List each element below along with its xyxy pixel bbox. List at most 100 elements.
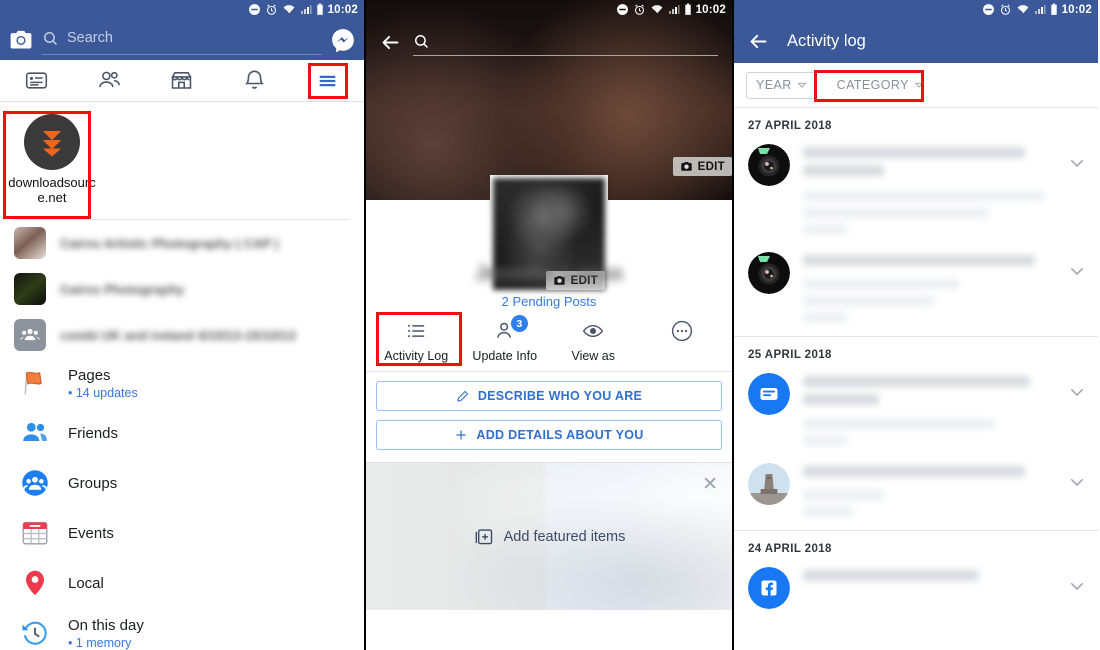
- featured-items-label: Add featured items: [503, 528, 626, 545]
- category-filter[interactable]: CATEGORY: [827, 72, 934, 99]
- search-input[interactable]: Search: [42, 25, 322, 55]
- sidebar-item-friends[interactable]: Friends: [0, 408, 364, 458]
- list-item[interactable]: [734, 369, 1098, 459]
- year-filter-label: YEAR: [756, 78, 792, 92]
- add-details-button[interactable]: ADD DETAILS ABOUT YOU: [376, 420, 722, 450]
- more-options-button[interactable]: [638, 319, 727, 349]
- blue-post-icon: [748, 373, 790, 415]
- wifi-icon: [1017, 5, 1028, 14]
- back-arrow-icon[interactable]: [380, 32, 401, 53]
- list-item[interactable]: Cairns Photography: [0, 266, 364, 312]
- battery-icon: [684, 3, 691, 15]
- view-as-label: View as: [571, 349, 616, 363]
- search-icon: [44, 31, 57, 45]
- chevron-down-icon: [914, 82, 924, 88]
- alarm-icon: [1000, 4, 1010, 15]
- list-item[interactable]: [734, 459, 1098, 530]
- shortcut-thumbnail: [14, 319, 46, 351]
- sidebar-item-news-feed[interactable]: [0, 60, 73, 101]
- messenger-icon[interactable]: [330, 27, 356, 53]
- update-info-label: Update Info: [472, 349, 538, 363]
- activity-log-header: Activity log: [734, 19, 1098, 63]
- signal-icon: [1034, 5, 1046, 14]
- status-bar-time: 10:02: [1061, 3, 1092, 16]
- camera-icon[interactable]: [8, 27, 34, 53]
- alarm-icon: [266, 4, 276, 15]
- sidebar-item-on-this-day[interactable]: On this day • 1 memory: [0, 608, 364, 650]
- facebook-f-icon: [748, 567, 790, 609]
- list-item[interactable]: combi UK and ireland 4/10/13-15/10/13: [0, 312, 364, 358]
- date-heading: 27 APRIL 2018: [748, 120, 832, 132]
- date-heading: 25 APRIL 2018: [748, 349, 832, 361]
- list-item-label: combi UK and ireland 4/10/13-15/10/13: [60, 327, 296, 343]
- list-item[interactable]: Cairns Artistic Photography ( CAP ): [0, 220, 364, 266]
- chevron-down-icon[interactable]: [1068, 144, 1086, 177]
- list-item[interactable]: [734, 563, 1098, 623]
- date-heading: 24 APRIL 2018: [748, 543, 832, 555]
- list-item[interactable]: [734, 248, 1098, 336]
- activity-text: [803, 373, 1055, 445]
- profile-shortcut-label: downloadsource.net: [8, 175, 96, 205]
- activity-log-button[interactable]: Activity Log: [372, 319, 461, 363]
- flag-icon: [18, 366, 52, 400]
- sidebar-item-label: Groups: [68, 474, 118, 492]
- back-arrow-icon[interactable]: [748, 31, 769, 52]
- eye-icon: [581, 319, 605, 343]
- alarm-icon: [634, 4, 644, 15]
- chevron-down-icon[interactable]: [1068, 373, 1086, 406]
- person-icon: 3: [494, 315, 528, 343]
- dnd-icon: [982, 4, 994, 15]
- list-item[interactable]: [734, 140, 1098, 248]
- activity-log-label: Activity Log: [384, 349, 449, 363]
- chevron-down-icon: [797, 82, 806, 88]
- facebook-search-bar: Search: [0, 19, 364, 60]
- clock-history-icon: [18, 616, 52, 650]
- profile-action-row: Activity Log 3 Update Info View as: [366, 309, 732, 372]
- more-dots-icon: [670, 319, 694, 343]
- view-as-button[interactable]: View as: [549, 319, 638, 363]
- chevron-down-icon[interactable]: [1068, 252, 1086, 285]
- battery-icon: [1050, 3, 1057, 15]
- panel-profile: 10:02 EDIT EDIT Jennifer Lucas 2 Pending…: [366, 0, 734, 650]
- sidebar-item-events[interactable]: Events: [0, 508, 364, 558]
- search-icon: [415, 35, 428, 48]
- pencil-icon: [457, 390, 469, 402]
- sidebar-item-label: On this day: [68, 616, 144, 634]
- activity-log-filters: YEAR CATEGORY: [734, 63, 1098, 108]
- sidebar-item-sublabel: • 14 updates: [68, 385, 138, 400]
- sidebar-item-label: Local: [68, 574, 104, 592]
- cover-edit-button[interactable]: EDIT: [672, 157, 732, 176]
- sidebar-item-local[interactable]: Local: [0, 558, 364, 608]
- sidebar-item-groups[interactable]: Groups: [0, 458, 364, 508]
- panel-facebook-menu: 10:02 Search downloadsource.net Cairns A…: [0, 0, 366, 650]
- chevron-down-icon[interactable]: [1068, 567, 1086, 600]
- close-icon[interactable]: ✕: [702, 473, 718, 496]
- wifi-icon: [651, 5, 662, 14]
- status-bar: 10:02: [0, 0, 364, 19]
- camera-lens-avatar: [748, 252, 790, 294]
- profile-shortcut[interactable]: downloadsource.net: [4, 108, 100, 213]
- sidebar-item-notifications[interactable]: [218, 60, 291, 101]
- cover-photo[interactable]: 10:02 EDIT: [366, 0, 732, 200]
- search-input[interactable]: [413, 28, 718, 56]
- camera-icon: [680, 161, 692, 171]
- sidebar-item-label: Friends: [68, 424, 119, 442]
- featured-items-section[interactable]: Add featured items ✕: [366, 462, 732, 610]
- pending-posts-link[interactable]: 2 Pending Posts: [366, 294, 732, 309]
- activity-text: [803, 252, 1055, 322]
- sidebar-item-marketplace[interactable]: [146, 60, 219, 101]
- year-filter[interactable]: YEAR: [746, 71, 817, 99]
- shortcut-thumbnail: [14, 273, 46, 305]
- sidebar-item-menu[interactable]: [291, 60, 364, 101]
- sidebar-item-pages[interactable]: Pages • 14 updates: [0, 358, 364, 408]
- describe-who-you-are-button[interactable]: DESCRIBE WHO YOU ARE: [376, 381, 722, 411]
- shortcut-thumbnail: [14, 227, 46, 259]
- add-featured-icon: [475, 528, 492, 544]
- update-info-badge: 3: [510, 315, 528, 332]
- sidebar-item-friends[interactable]: [73, 60, 146, 101]
- chevron-down-icon[interactable]: [1068, 463, 1086, 496]
- status-bar: 10:02: [734, 0, 1098, 19]
- double-chevron-down-logo: [42, 130, 62, 157]
- update-info-button[interactable]: 3 Update Info: [461, 315, 550, 363]
- news-feed-icon: [25, 72, 47, 89]
